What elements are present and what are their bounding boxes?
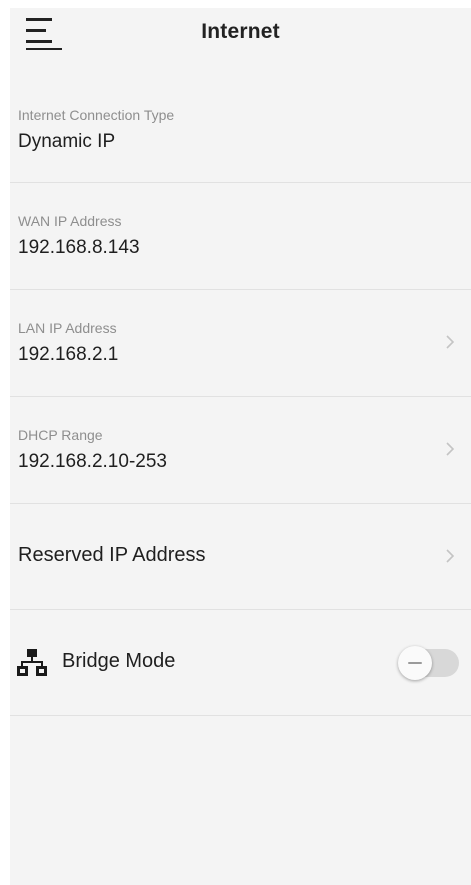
connection-type-row: Internet Connection Type Dynamic IP	[10, 86, 471, 183]
bridge-mode-toggle[interactable]	[398, 646, 459, 680]
connection-type-value: Dynamic IP	[18, 131, 116, 152]
header: Internet	[10, 8, 471, 68]
dhcp-range-row[interactable]: DHCP Range 192.168.2.10-253	[10, 397, 471, 504]
chevron-right-icon	[446, 335, 455, 349]
bridge-mode-label: Bridge Mode	[62, 650, 176, 672]
chevron-right-icon	[446, 549, 455, 563]
page-title: Internet	[201, 20, 280, 43]
dhcp-range-label: DHCP Range	[18, 427, 103, 443]
wan-ip-row: WAN IP Address 192.168.8.143	[10, 183, 471, 290]
wan-ip-label: WAN IP Address	[18, 213, 122, 229]
reserved-ip-label: Reserved IP Address	[18, 544, 206, 566]
bridge-mode-row: Bridge Mode	[10, 610, 471, 716]
toggle-knob	[398, 646, 432, 680]
lan-ip-value: 192.168.2.1	[18, 344, 119, 365]
lan-ip-label: LAN IP Address	[18, 320, 117, 336]
connection-type-label: Internet Connection Type	[18, 107, 175, 123]
lan-ip-row[interactable]: LAN IP Address 192.168.2.1	[10, 290, 471, 397]
internet-screen: Internet Internet Connection Type Dynami…	[10, 8, 471, 885]
chevron-right-icon	[446, 442, 455, 456]
reserved-ip-row[interactable]: Reserved IP Address	[10, 504, 471, 610]
dhcp-range-value: 192.168.2.10-253	[18, 451, 167, 472]
wan-ip-value: 192.168.8.143	[18, 237, 140, 258]
network-icon	[17, 649, 47, 676]
